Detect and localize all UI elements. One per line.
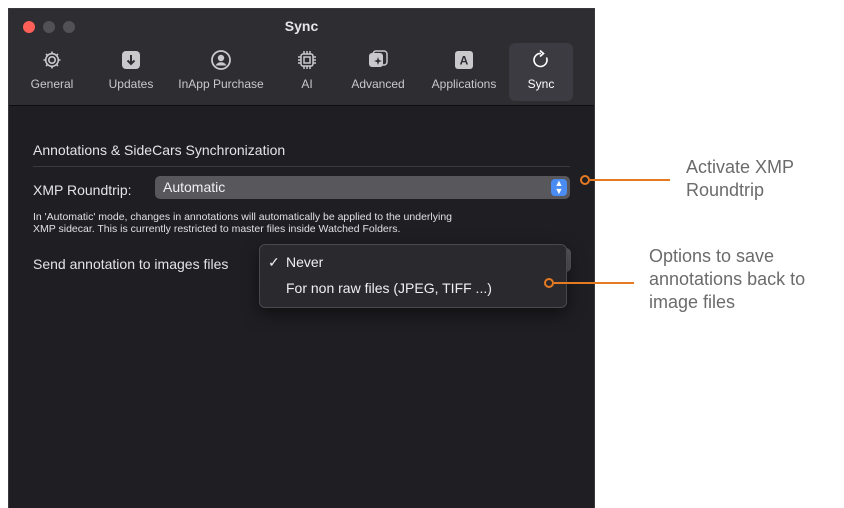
cpu-chip-icon [296, 45, 318, 75]
tab-updates[interactable]: Updates [101, 43, 161, 101]
xmp-description: In 'Automatic' mode, changes in annotati… [33, 211, 573, 235]
sync-pane: Annotations & SideCars Synchronization X… [9, 106, 594, 508]
callout-text-options: Options to save annotations back to imag… [649, 245, 805, 314]
download-icon [121, 45, 141, 75]
svg-text:A: A [460, 54, 469, 68]
callout-dot-xmp [580, 175, 590, 185]
callout-text-xmp: Activate XMP Roundtrip [686, 156, 794, 202]
title-bar: Sync General Updates InApp Purchase AI A… [9, 9, 594, 106]
tab-label: InApp Purchase [178, 77, 264, 91]
callout-dot-options [544, 278, 554, 288]
divider [33, 166, 570, 167]
app-letter-icon: A [454, 45, 474, 75]
tab-label: Updates [108, 77, 154, 91]
description-line: In 'Automatic' mode, changes in annotati… [33, 211, 453, 223]
tab-ai[interactable]: AI [281, 43, 333, 101]
tab-sync[interactable]: Sync [509, 43, 573, 101]
callout-line: annotations back to [649, 269, 806, 289]
gear-icon [41, 45, 63, 75]
xmp-roundtrip-value: Automatic [163, 179, 226, 195]
tab-label: Advanced [351, 77, 405, 91]
callout-line: image files [649, 292, 736, 312]
callout-line-options [554, 282, 634, 284]
menu-item-never[interactable]: ✓ Never [260, 251, 566, 273]
tab-inapp-purchase[interactable]: InApp Purchase [169, 43, 273, 101]
sparkle-square-icon [367, 45, 389, 75]
xmp-roundtrip-label: XMP Roundtrip: [33, 182, 132, 198]
callout-line: Activate XMP [686, 157, 795, 177]
callout-line: Roundtrip [686, 180, 765, 200]
send-annotation-label: Send annotation to images files [33, 256, 229, 272]
window-title: Sync [284, 18, 319, 34]
tab-applications[interactable]: A Applications [421, 43, 507, 101]
menu-item-label: For non raw files (JPEG, TIFF ...) [286, 280, 492, 296]
menu-item-label: Never [286, 254, 324, 270]
checkmark-icon: ✓ [268, 254, 280, 270]
xmp-roundtrip-popup[interactable]: Automatic ▲ ▼ [155, 176, 570, 199]
preferences-window: Sync General Updates InApp Purchase AI A… [8, 8, 595, 508]
section-title: Annotations & SideCars Synchronization [33, 142, 286, 158]
tab-label: Sync [527, 77, 555, 91]
menu-item-non-raw[interactable]: For non raw files (JPEG, TIFF ...) [260, 277, 566, 299]
tab-label: AI [301, 77, 313, 91]
sync-arrow-icon [530, 45, 552, 75]
tab-advanced[interactable]: Advanced [343, 43, 413, 101]
tab-label: General [30, 77, 74, 91]
callout-line: Options to save [649, 246, 775, 266]
description-line: XMP sidecar. This is currently restricte… [33, 223, 401, 235]
send-annotation-menu: ✓ Never For non raw files (JPEG, TIFF ..… [259, 244, 567, 308]
chevron-up-down-icon: ▲ ▼ [551, 179, 567, 196]
person-circle-icon [210, 45, 232, 75]
tab-general[interactable]: General [19, 43, 85, 101]
callout-line-xmp [590, 179, 670, 181]
tab-label: Applications [431, 77, 497, 91]
